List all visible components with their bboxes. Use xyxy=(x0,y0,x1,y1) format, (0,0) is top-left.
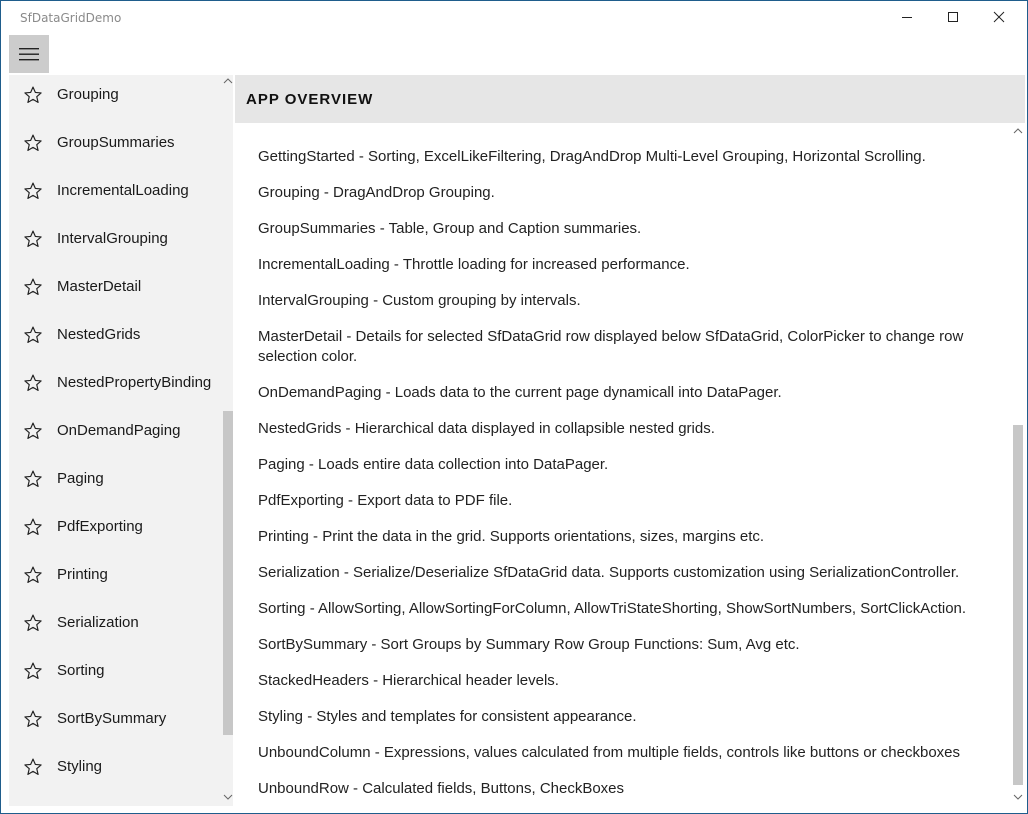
star-outline-icon xyxy=(23,325,43,345)
sidebar-item-label: OnDemandPaging xyxy=(57,422,181,439)
sidebar-item-label: Paging xyxy=(57,470,104,487)
star-outline-icon xyxy=(23,85,43,105)
star-outline-icon xyxy=(23,565,43,585)
sidebar-item-label: Sorting xyxy=(57,662,105,679)
sidebar-item[interactable]: MasterDetail xyxy=(9,267,221,315)
sidebar-item[interactable]: Sorting xyxy=(9,651,221,699)
sidebar-nav: Grouping GroupSummaries IncrementalLoading… xyxy=(9,75,233,806)
sidebar-item[interactable]: IncrementalLoading xyxy=(9,171,221,219)
overview-entry: Grouping - DragAndDrop Grouping. xyxy=(258,184,495,201)
scroll-up-arrow-icon[interactable] xyxy=(1013,127,1023,135)
sidebar-item-label: NestedGrids xyxy=(57,326,141,343)
star-outline-icon xyxy=(23,181,43,201)
star-outline-icon xyxy=(23,757,43,777)
overview-entry: GroupSummaries - Table, Group and Captio… xyxy=(258,220,642,237)
sidebar-item-label: IncrementalLoading xyxy=(57,182,189,199)
overview-entry: Paging - Loads entire data collection in… xyxy=(258,456,609,473)
sidebar-item[interactable]: GroupSummaries xyxy=(9,123,221,171)
hamburger-menu-button[interactable] xyxy=(9,35,49,73)
minimize-button[interactable] xyxy=(884,1,930,33)
overview-entry: SortBySummary - Sort Groups by Summary R… xyxy=(258,636,800,653)
hamburger-menu-icon xyxy=(19,48,39,61)
overview-entry: OnDemandPaging - Loads data to the curre… xyxy=(258,384,782,401)
close-button[interactable] xyxy=(976,1,1022,33)
star-outline-icon xyxy=(23,661,43,681)
overview-content: GettingStarted - Sorting, ExcelLikeFilte… xyxy=(235,123,1025,806)
overview-entry: MasterDetail - Details for selected SfDa… xyxy=(258,328,964,365)
scroll-up-arrow-icon[interactable] xyxy=(223,77,233,85)
overview-entry: Sorting - AllowSorting, AllowSortingForC… xyxy=(258,600,967,617)
sidebar-item-label: PdfExporting xyxy=(57,518,143,535)
overview-entry: NestedGrids - Hierarchical data displaye… xyxy=(258,420,715,437)
overview-entry: PdfExporting - Export data to PDF file. xyxy=(258,492,513,509)
overview-entry: UnboundColumn - Expressions, values calc… xyxy=(258,744,961,761)
star-outline-icon xyxy=(23,277,43,297)
sidebar-item[interactable]: Grouping xyxy=(9,75,221,123)
content-scrollbar-thumb[interactable] xyxy=(1013,425,1023,785)
sidebar-item-label: NestedPropertyBinding xyxy=(57,374,212,391)
sidebar-item[interactable]: NestedGrids xyxy=(9,315,221,363)
overview-entry: Styling - Styles and templates for consi… xyxy=(258,708,637,725)
sidebar-item-label: IntervalGrouping xyxy=(57,230,168,247)
overview-entry: StackedHeaders - Hierarchical header lev… xyxy=(258,672,559,689)
sidebar-item[interactable]: OnDemandPaging xyxy=(9,411,221,459)
sidebar-scrollbar-thumb[interactable] xyxy=(223,411,233,735)
sidebar-item-label: GroupSummaries xyxy=(57,134,175,151)
sidebar-item-label: MasterDetail xyxy=(57,278,142,295)
sidebar-item-label: SortBySummary xyxy=(57,710,167,727)
star-outline-icon xyxy=(23,613,43,633)
overview-entry: GettingStarted - Sorting, ExcelLikeFilte… xyxy=(258,148,926,165)
sidebar-item[interactable]: Styling xyxy=(9,747,221,795)
sidebar-item[interactable]: SortBySummary xyxy=(9,699,221,747)
sidebar-item-label: Grouping xyxy=(57,86,119,103)
sidebar-item[interactable]: Printing xyxy=(9,555,221,603)
star-outline-icon xyxy=(23,709,43,729)
overview-entry: IntervalGrouping - Custom grouping by in… xyxy=(258,292,581,309)
sidebar-item[interactable]: PdfExporting xyxy=(9,507,221,555)
minimize-icon xyxy=(902,17,912,18)
star-outline-icon xyxy=(23,133,43,153)
overview-entry: Printing - Print the data in the grid. S… xyxy=(258,528,765,545)
app-window: SfDataGridDemo Grouping GroupSummaries Inc… xyxy=(0,0,1028,814)
title-bar: SfDataGridDemo xyxy=(1,1,1027,33)
overview-entry: IncrementalLoading - Throttle loading fo… xyxy=(258,256,690,273)
sidebar-item-label: Printing xyxy=(57,566,108,583)
sidebar-item[interactable]: Serialization xyxy=(9,603,221,651)
scroll-down-arrow-icon[interactable] xyxy=(1013,793,1023,801)
star-outline-icon xyxy=(23,229,43,249)
star-outline-icon xyxy=(23,373,43,393)
sidebar-item-label: Serialization xyxy=(57,614,139,631)
sidebar-item-label: Styling xyxy=(57,758,103,775)
content-header: APP OVERVIEW xyxy=(235,75,1025,123)
maximize-button[interactable] xyxy=(930,1,976,33)
star-outline-icon xyxy=(23,421,43,441)
sidebar-item[interactable]: IntervalGrouping xyxy=(9,219,221,267)
close-icon xyxy=(993,11,1005,23)
overview-entry: Serialization - Serialize/Deserialize Sf… xyxy=(258,564,960,581)
star-outline-icon xyxy=(23,517,43,537)
app-title: SfDataGridDemo xyxy=(20,11,122,25)
sidebar-item[interactable]: Paging xyxy=(9,459,221,507)
star-outline-icon xyxy=(23,469,43,489)
sidebar-item[interactable]: NestedPropertyBinding xyxy=(9,363,221,411)
overview-entry: UnboundRow - Calculated fields, Buttons,… xyxy=(258,780,625,797)
scroll-down-arrow-icon[interactable] xyxy=(223,793,233,801)
page-title: APP OVERVIEW xyxy=(246,91,374,108)
maximize-icon xyxy=(948,12,958,22)
